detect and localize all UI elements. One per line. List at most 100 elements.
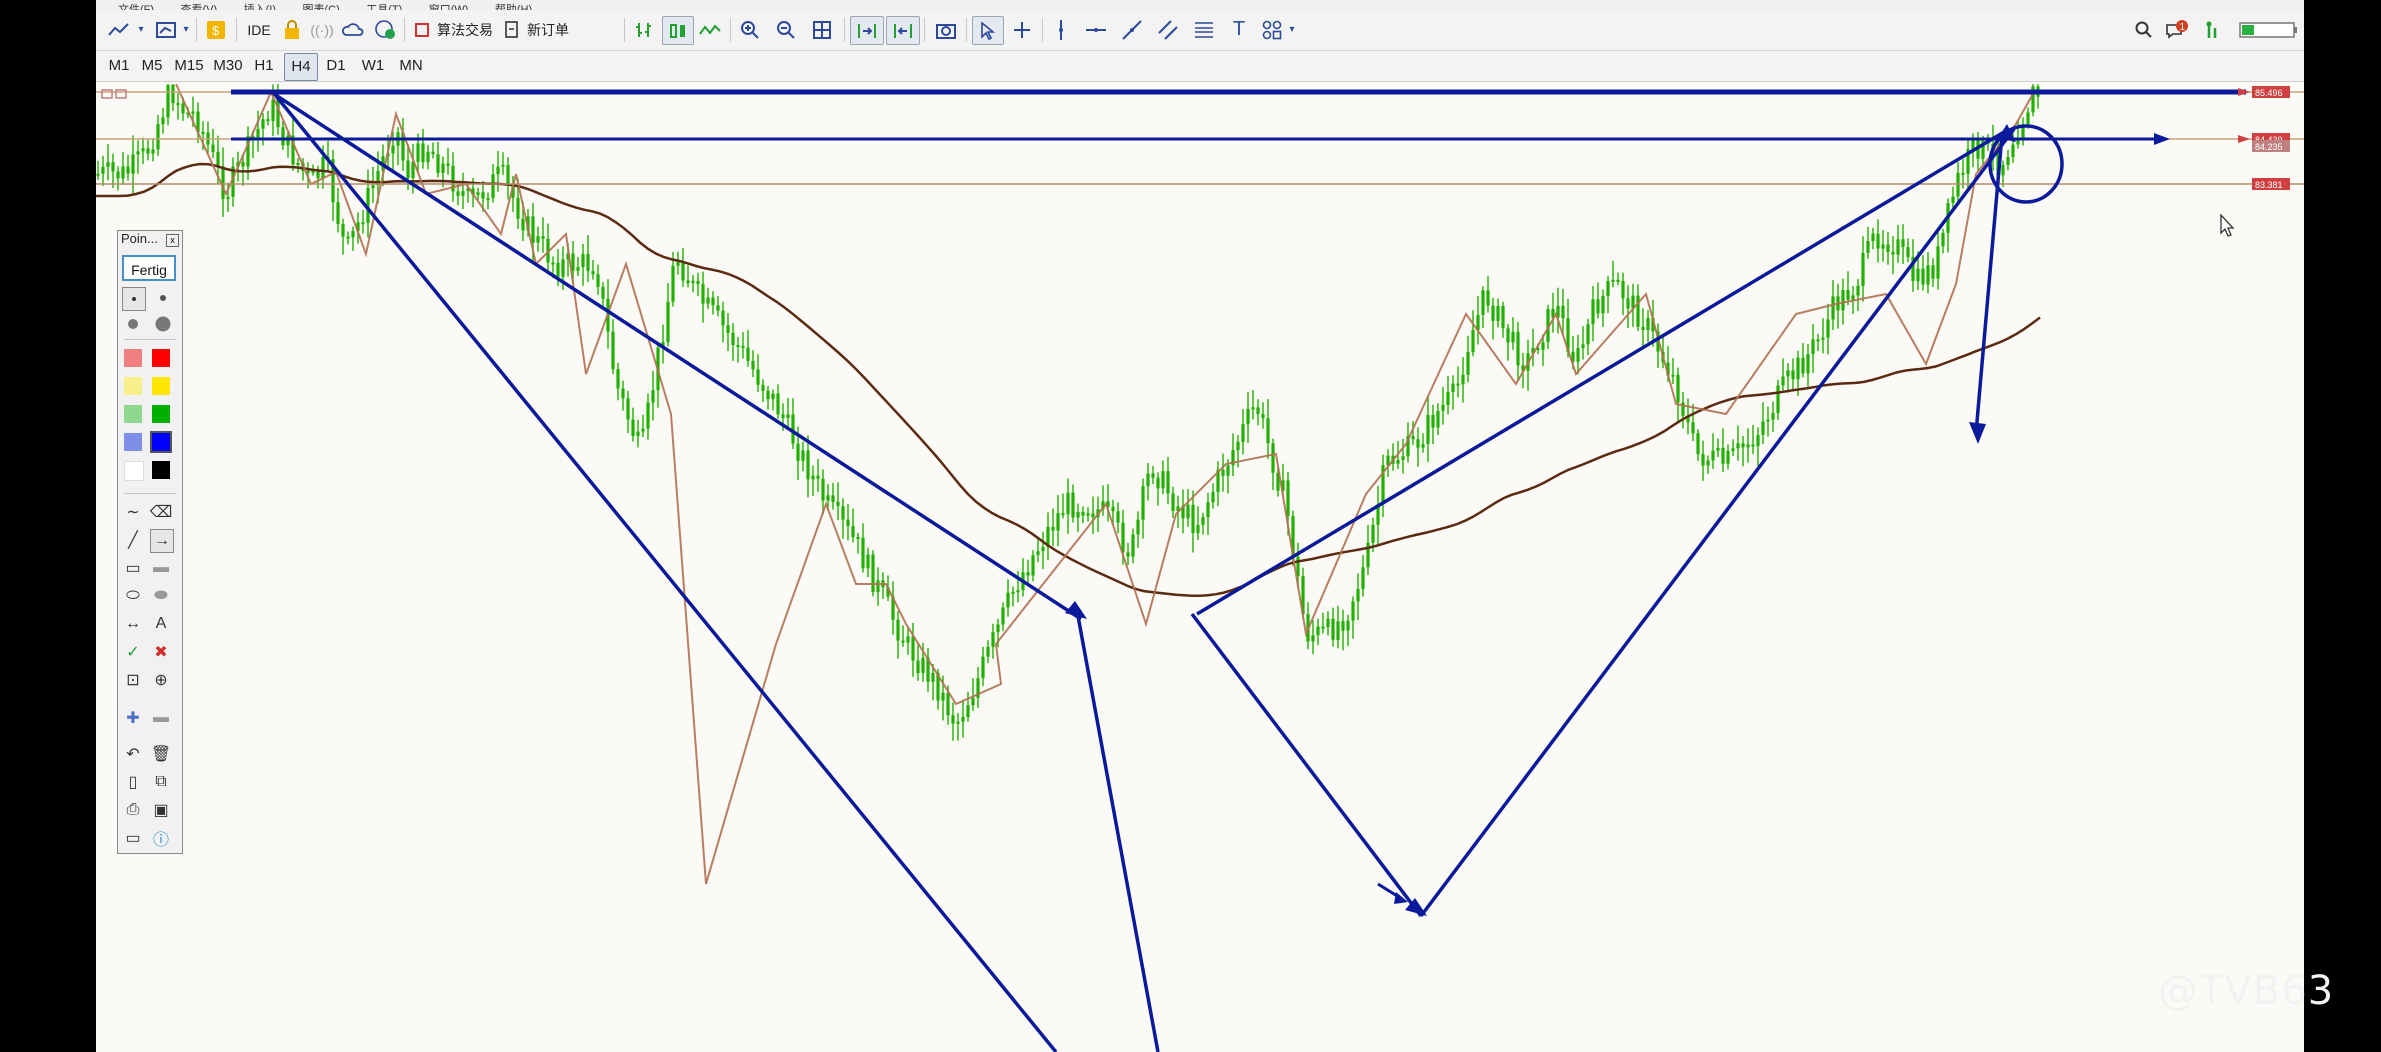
rectangle-fill-icon[interactable]: ▬: [150, 557, 172, 579]
candle-body: [1711, 450, 1715, 461]
candle-body: [1501, 305, 1505, 329]
chevron-down-icon[interactable]: ▾: [134, 16, 148, 43]
candle-body: [1916, 268, 1920, 282]
crosshair-icon[interactable]: [1008, 16, 1036, 43]
line-chart-icon[interactable]: [104, 16, 134, 43]
signal-icon[interactable]: ((·)): [310, 16, 334, 43]
point-large-button[interactable]: [122, 313, 144, 335]
chart-shift-icon[interactable]: [886, 16, 920, 45]
palette-close-button[interactable]: x: [166, 234, 179, 247]
color-swatch[interactable]: [150, 431, 172, 453]
bar-chart-icon[interactable]: [630, 16, 658, 43]
point-xlarge-button[interactable]: [152, 313, 174, 335]
vertical-line-icon[interactable]: [1048, 16, 1074, 43]
search-icon[interactable]: [2130, 16, 2158, 43]
color-swatch[interactable]: [152, 349, 170, 367]
candle-chart-icon[interactable]: [662, 16, 694, 45]
timeframe-d1[interactable]: D1: [322, 53, 350, 79]
timeframe-mn[interactable]: MN: [394, 53, 428, 79]
point-medium-button[interactable]: [152, 287, 174, 309]
signal-strength-icon[interactable]: [2200, 16, 2226, 43]
zoom-icon[interactable]: ⊕: [150, 669, 172, 691]
check-icon[interactable]: ✓: [122, 641, 144, 663]
screen-icon[interactable]: ▭: [122, 827, 144, 849]
candle-body: [671, 265, 675, 302]
zoom-out-icon[interactable]: [772, 16, 800, 43]
globe-icon[interactable]: [372, 16, 398, 43]
algo-trading-label[interactable]: 算法交易: [432, 16, 498, 43]
channel-icon[interactable]: [1154, 16, 1182, 43]
fertig-button[interactable]: Fertig: [122, 255, 176, 281]
timeframe-h4[interactable]: H4: [284, 53, 318, 81]
freehand-icon[interactable]: ∼: [122, 501, 144, 523]
color-swatch[interactable]: [124, 461, 144, 481]
text-icon[interactable]: T: [1226, 16, 1252, 43]
trading-terminal-window: 文件(F) 查看(V) 插入(I) 图表(C) 工具(T) 窗口(W) 帮助(H…: [96, 0, 2304, 1052]
chevron-down-icon[interactable]: ▾: [180, 16, 192, 43]
color-swatch[interactable]: [124, 405, 142, 423]
dollar-icon[interactable]: $: [204, 16, 228, 43]
autoscroll-icon[interactable]: [850, 16, 884, 45]
chevron-down-icon[interactable]: ▾: [1286, 16, 1298, 43]
mouse-cursor-icon: [2220, 213, 2235, 237]
candle-body: [1856, 285, 1860, 296]
save-icon[interactable]: ▣: [150, 799, 172, 821]
trash-icon[interactable]: 🗑: [150, 743, 172, 765]
grid-icon[interactable]: [808, 16, 836, 43]
candle-body: [1461, 374, 1465, 385]
copy-icon[interactable]: ⧉: [150, 771, 172, 793]
text-icon[interactable]: A: [150, 613, 172, 635]
ellipse-fill-icon[interactable]: ⬬: [150, 585, 172, 607]
crop-icon[interactable]: ⊡: [122, 669, 144, 691]
chart-template-icon[interactable]: [152, 16, 180, 43]
cross-icon[interactable]: ✖: [150, 641, 172, 663]
trendline-icon[interactable]: [1118, 16, 1146, 43]
minus-icon[interactable]: ▬: [150, 707, 172, 729]
price-chart-area[interactable]: 85.49684.43984.23583.381 Poin... x Ferti…: [96, 84, 2304, 1052]
color-swatch[interactable]: [124, 377, 142, 395]
screenshot-icon[interactable]: [932, 16, 960, 43]
price-chart-canvas[interactable]: 85.49684.43984.23583.381: [96, 84, 2304, 1052]
horizontal-line-icon[interactable]: [1082, 16, 1110, 43]
timeframe-m5[interactable]: M5: [138, 53, 166, 79]
arrow-line-icon[interactable]: →: [150, 529, 174, 553]
color-swatch[interactable]: [152, 405, 170, 423]
shapes-icon[interactable]: [1258, 16, 1286, 43]
plus-icon[interactable]: ✚: [122, 707, 144, 729]
color-swatch[interactable]: [124, 433, 142, 451]
candle-body: [586, 253, 590, 272]
cursor-icon[interactable]: [972, 16, 1004, 45]
cloud-icon[interactable]: [340, 16, 366, 43]
timeframe-m30[interactable]: M30: [210, 53, 246, 79]
timeframe-w1[interactable]: W1: [358, 53, 388, 79]
ellipse-outline-icon[interactable]: ⬭: [122, 585, 144, 607]
double-arrow-icon[interactable]: ↔: [122, 613, 144, 635]
zoom-in-icon[interactable]: [736, 16, 764, 43]
candle-body: [1036, 551, 1040, 556]
color-swatch[interactable]: [124, 349, 142, 367]
color-swatch[interactable]: [152, 461, 170, 479]
ide-button[interactable]: IDE: [244, 16, 274, 43]
line-type-icon[interactable]: [696, 16, 724, 43]
point-small-button[interactable]: [122, 287, 146, 311]
arrowhead: [1969, 422, 1986, 444]
print-icon[interactable]: ⎙: [122, 799, 144, 821]
lock-icon[interactable]: [280, 16, 304, 43]
eraser-icon[interactable]: ⌫: [150, 501, 173, 523]
timeframe-m1[interactable]: M1: [106, 53, 132, 79]
timeframe-h1[interactable]: H1: [250, 53, 278, 79]
undo-icon[interactable]: ↶: [122, 743, 144, 765]
line-icon[interactable]: ╱: [122, 529, 144, 551]
drawn-trend-arrow: [273, 92, 1082, 621]
candle-body: [946, 692, 950, 716]
fibonacci-icon[interactable]: [1190, 16, 1218, 43]
color-swatch[interactable]: [152, 377, 170, 395]
new-order-label[interactable]: 新订单: [522, 16, 574, 43]
rectangle-outline-icon[interactable]: ▭: [122, 557, 144, 579]
info-icon[interactable]: ⓘ: [150, 827, 172, 849]
new-order-icon[interactable]: [504, 16, 520, 43]
algo-trading-icon[interactable]: [414, 16, 430, 43]
notification-icon[interactable]: 1: [2162, 16, 2192, 43]
timeframe-m15[interactable]: M15: [172, 53, 206, 79]
new-file-icon[interactable]: ▯: [122, 771, 144, 793]
